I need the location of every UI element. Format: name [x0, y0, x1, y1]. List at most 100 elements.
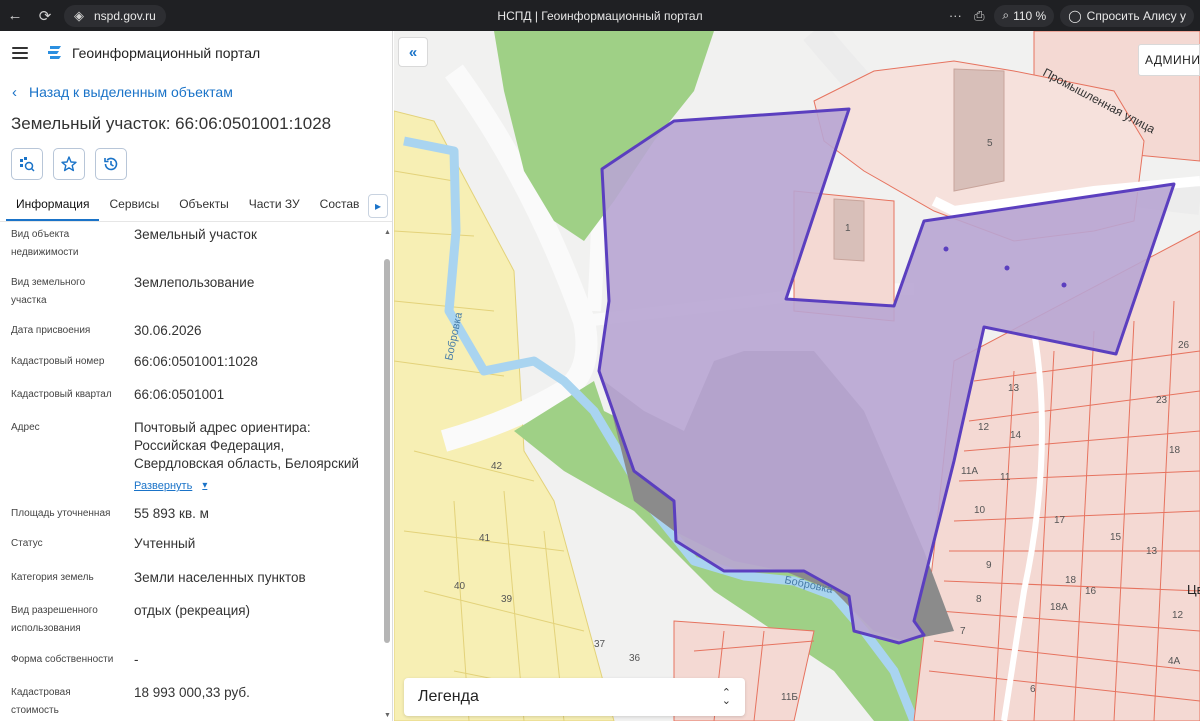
parcel-number: 5: [987, 138, 993, 149]
parcel-number: 7: [960, 626, 966, 637]
map-view[interactable]: 5 1 26 23 18 13 12 14 11А 11 10 9 8 7 17…: [394, 31, 1200, 721]
parcel-number: 11Б: [781, 692, 798, 703]
history-button[interactable]: [95, 148, 127, 180]
parcel-number: 18: [1169, 445, 1181, 456]
expand-label: Развернуть: [134, 480, 193, 492]
chevron-left-icon: ‹: [12, 83, 17, 101]
portal-title: Геоинформационный портал: [72, 45, 261, 61]
property-label: Вид объекта недвижимости: [11, 229, 79, 258]
back-link[interactable]: ‹ Назад к выделенным объектам: [12, 75, 392, 109]
address-bar[interactable]: ◈ nspd.gov.ru: [64, 4, 166, 27]
zoom-icon: ⌕: [1002, 8, 1010, 22]
history-icon: [104, 157, 118, 171]
object-title: Земельный участок: 66:06:0501001:1028: [11, 114, 332, 133]
find-on-map-button[interactable]: [11, 148, 43, 180]
ask-alice-label: Спросить Алису у: [1086, 8, 1186, 23]
zoom-indicator[interactable]: ⌕ 110 %: [994, 4, 1055, 27]
parcel-number: 12: [1172, 610, 1184, 621]
parcel-number: 18А: [1050, 602, 1068, 613]
legend-title: Легенда: [418, 688, 479, 705]
double-chevron-left-icon: «: [408, 43, 418, 61]
parcel-number: 13: [1146, 546, 1158, 557]
property-value: отдых (рекреация): [134, 603, 251, 618]
property-label: Кадастровый квартал: [11, 389, 112, 400]
street-label-cut: Цв: [1187, 582, 1200, 597]
back-arrow-icon[interactable]: ←: [0, 0, 30, 31]
property-value: Земли населенных пунктов: [134, 570, 306, 585]
legend-toggle[interactable]: Легенда ⌃ ⌄: [404, 678, 745, 716]
panel-scrollbar[interactable]: ▲ ▼: [384, 229, 391, 719]
parcel-number: 16: [1085, 586, 1097, 597]
star-icon: [61, 156, 77, 172]
property-value: 30.06.2026: [134, 323, 202, 338]
info-panel: Геоинформационный портал ‹ Назад к выдел…: [0, 31, 393, 721]
tabs-next-button[interactable]: ▸: [368, 194, 388, 218]
property-value: 55 893 кв. м: [134, 506, 209, 521]
reload-icon[interactable]: ⟳: [30, 0, 60, 31]
parcel-number: 42: [491, 461, 503, 472]
property-label: Статус: [11, 538, 43, 549]
property-label: Адрес: [11, 422, 40, 433]
url-text: nspd.gov.ru: [94, 8, 156, 23]
collapse-panel-button[interactable]: «: [398, 37, 428, 67]
parcel-number: 39: [501, 594, 513, 605]
tab-services[interactable]: Сервисы: [99, 197, 169, 221]
map-canvas[interactable]: 5 1 26 23 18 13 12 14 11А 11 10 9 8 7 17…: [394, 31, 1200, 721]
property-label: Кадастровая стоимость: [11, 687, 71, 716]
more-icon[interactable]: ···: [946, 8, 964, 23]
zoom-value: 110 %: [1013, 8, 1047, 23]
parcel-number: 36: [629, 653, 641, 664]
parcel-number: 40: [454, 581, 466, 592]
parcel-number: 11: [1000, 472, 1011, 483]
browser-toolbar: ← ⟳ ◈ nspd.gov.ru НСПД | Геоинформационн…: [0, 0, 1200, 31]
property-label: Вид разрешенного использования: [11, 605, 98, 634]
property-value: Учтенный: [134, 536, 196, 551]
parcel-number: 11А: [961, 466, 978, 477]
parcel-number: 26: [1178, 340, 1190, 351]
parcel-number: 4А: [1168, 656, 1181, 667]
address-text: Почтовый адрес ориентира: Российская Фед…: [134, 420, 359, 471]
parcel-number: 1: [845, 223, 851, 234]
tab-composition[interactable]: Состав: [310, 197, 370, 221]
property-label: Площадь уточненная: [11, 508, 111, 519]
action-buttons: [0, 148, 392, 180]
property-value: -: [134, 652, 139, 667]
chevron-updown-icon: ⌃ ⌄: [721, 687, 731, 707]
bookmark-icon[interactable]: ⎙: [970, 8, 988, 24]
property-value: Землепользование: [134, 275, 255, 290]
chevron-down-icon: ▾: [202, 480, 208, 491]
parcel-number: 10: [974, 505, 986, 516]
property-value: 66:06:0501001:1028: [134, 354, 258, 369]
parcel-number: 41: [479, 533, 491, 544]
menu-icon[interactable]: [12, 47, 28, 59]
scroll-down-icon[interactable]: ▼: [384, 712, 391, 719]
parcel-number: 37: [594, 639, 606, 650]
tab-information[interactable]: Информация: [6, 197, 100, 221]
property-label: Форма собственности: [11, 654, 114, 665]
admin-layer-button[interactable]: АДМИНИ: [1138, 44, 1200, 76]
property-label: Категория земель: [11, 572, 94, 583]
parcel-number: 18: [1065, 575, 1077, 586]
ask-alice-button[interactable]: ◯ Спросить Алису у: [1060, 4, 1194, 27]
parcel-number: 9: [986, 560, 992, 571]
back-link-label: Назад к выделенным объектам: [29, 84, 233, 100]
scroll-up-icon[interactable]: ▲: [384, 229, 391, 236]
favorite-button[interactable]: [53, 148, 85, 180]
property-label: Дата присвоения: [11, 325, 91, 336]
tab-objects[interactable]: Объекты: [169, 197, 239, 221]
expand-link[interactable]: Развернуть ▾: [134, 477, 374, 495]
panel-header: Геоинформационный портал: [0, 31, 392, 75]
alice-icon: ◯: [1068, 8, 1082, 23]
tab-parts[interactable]: Части ЗУ: [239, 197, 310, 221]
locate-search-icon: [20, 157, 35, 172]
parcel-number: 12: [978, 422, 990, 433]
property-label: Кадастровый номер: [11, 356, 105, 367]
property-value: 66:06:0501001: [134, 387, 225, 402]
portal-logo-icon: [48, 46, 61, 59]
parcel-number: 23: [1156, 395, 1168, 406]
scroll-thumb[interactable]: [384, 259, 390, 643]
parcel-number: 17: [1054, 515, 1066, 526]
property-value: Почтовый адрес ориентира: Российская Фед…: [134, 419, 374, 495]
property-label: Вид земельного участка: [11, 277, 86, 306]
parcel-number: 13: [1008, 383, 1020, 394]
